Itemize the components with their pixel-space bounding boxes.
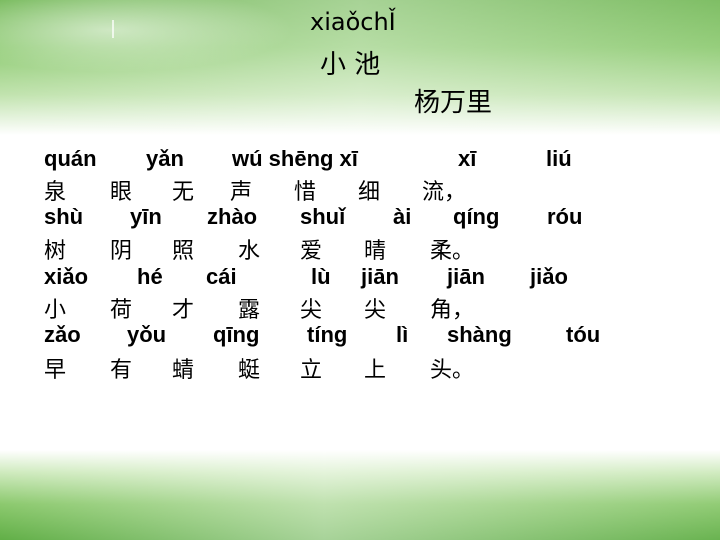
hanzi-char: 照 (172, 239, 195, 264)
pinyin-word: cái (206, 264, 237, 289)
hanzi-char: 有 (110, 358, 133, 383)
pinyin-word: jiān (447, 264, 485, 289)
pinyin-word: hé (137, 264, 163, 289)
hanzi-char: 早 (44, 358, 67, 383)
hanzi-char: 声 (230, 180, 253, 205)
hanzi-char: 蜻 (172, 358, 195, 383)
hanzi-char: 细 (358, 180, 381, 205)
pinyin-word: shù (44, 204, 84, 229)
pinyin-word: tóu (566, 322, 601, 347)
pinyin-word: yīn (130, 204, 162, 229)
hanzi-char: 小 (44, 298, 67, 323)
hanzi-char: 露 (238, 298, 261, 323)
pinyin-word: zhào (207, 204, 258, 229)
pinyin-word: zǎo (44, 322, 81, 347)
hanzi-char: 流， (422, 180, 467, 205)
pinyin-word: wú shēng xī (232, 146, 358, 171)
pinyin-word: róu (547, 204, 583, 229)
hanzi-char: 尖 (300, 298, 323, 323)
hanzi-char: 才 (172, 298, 195, 323)
pinyin-word: xī (458, 146, 477, 171)
pinyin-word: tíng (307, 322, 348, 347)
hanzi-char: 阴 (110, 239, 133, 264)
pinyin-word: jiān (361, 264, 399, 289)
hanzi-char: 角， (430, 298, 475, 323)
hanzi-char: 水 (238, 239, 261, 264)
pinyin-word: yǒu (127, 322, 167, 347)
pinyin-word: liú (546, 146, 572, 171)
hanzi-char: 晴 (364, 239, 387, 264)
pinyin-word: lù (311, 264, 331, 289)
pinyin-word: xiǎo (44, 264, 89, 289)
hanzi-char: 荷 (110, 298, 133, 323)
hanzi-char: 立 (300, 358, 323, 383)
pinyin-word: yǎn (146, 146, 184, 171)
hanzi-char: 眼 (110, 180, 133, 205)
pinyin-word: shàng (447, 322, 512, 347)
hanzi-char: 爱 (300, 239, 323, 264)
pinyin-word: qíng (453, 204, 500, 229)
hanzi-char: 头。 (430, 358, 475, 383)
pinyin-word: qīng (213, 322, 260, 347)
pinyin-word: shuǐ (300, 204, 346, 229)
poem-body: quán yǎn wú shēng xī xī liú 泉 眼 无 声 惜 细 … (0, 0, 720, 540)
pinyin-word: jiǎo (530, 264, 568, 289)
hanzi-char: 泉 (44, 180, 67, 205)
hanzi-char: 尖 (364, 298, 387, 323)
hanzi-char: 无 (172, 180, 195, 205)
pinyin-word: quán (44, 146, 97, 171)
hanzi-char: 树 (44, 239, 67, 264)
hanzi-char: 柔。 (430, 239, 475, 264)
pinyin-word: ài (393, 204, 412, 229)
hanzi-char: 上 (364, 358, 387, 383)
hanzi-char: 惜 (294, 180, 317, 205)
pinyin-word: lì (396, 322, 409, 347)
hanzi-char: 蜓 (238, 358, 261, 383)
